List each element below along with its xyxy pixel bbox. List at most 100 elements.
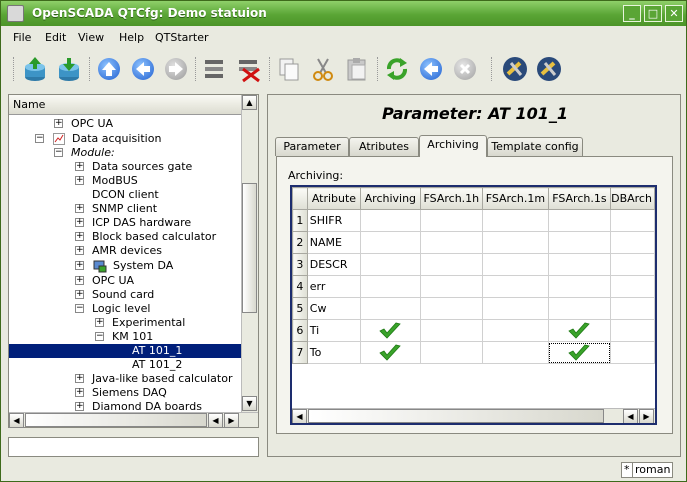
menu-edit[interactable]: Edit <box>45 31 66 44</box>
cell-archiving[interactable] <box>360 275 421 298</box>
tree-item[interactable]: + Sound card <box>9 288 241 302</box>
cell-fsarch-1s[interactable] <box>547 319 612 342</box>
back-icon[interactable] <box>129 55 157 83</box>
tree-item[interactable]: + ModBUS <box>9 174 241 188</box>
row-header[interactable]: 5 <box>292 297 308 320</box>
tree-item-selected[interactable]: AT 101_1 <box>9 344 241 358</box>
delete-item-icon[interactable] <box>235 55 263 83</box>
scroll-left-button[interactable]: ◀ <box>9 413 24 428</box>
tab-archiving[interactable]: Archiving <box>419 135 487 157</box>
cell-fsarch-1h[interactable] <box>419 319 484 342</box>
scroll-right-button[interactable]: ▶ <box>224 413 239 428</box>
tree-expander[interactable]: − <box>54 148 63 157</box>
tree-item[interactable]: + Data sources gate <box>9 160 241 174</box>
tree-vertical-scrollbar[interactable]: ▲ ▼ <box>241 95 258 413</box>
column-header-fsarch-1h[interactable]: FSArch.1h <box>419 187 484 210</box>
navigation-tree[interactable]: Name + OPC UA − Data acquisition − Modul… <box>8 94 259 428</box>
cell-archiving[interactable] <box>360 209 421 232</box>
title-bar[interactable]: OpenSCADA QTCfg: Demo statuion _ □ ✕ <box>1 1 686 26</box>
paste-icon[interactable] <box>343 55 371 83</box>
cell-fsarch-1h[interactable] <box>419 231 484 254</box>
stop-icon[interactable] <box>451 55 479 83</box>
cell-dbarch[interactable] <box>610 275 655 298</box>
tree-expander[interactable]: − <box>75 304 84 313</box>
tree-expander[interactable]: + <box>75 276 84 285</box>
cell-fsarch-1h[interactable] <box>419 297 484 320</box>
tree-expander[interactable]: + <box>75 388 84 397</box>
cell-fsarch-1s[interactable] <box>547 297 612 320</box>
cell-archiving[interactable] <box>360 253 421 276</box>
up-icon[interactable] <box>95 55 123 83</box>
minimize-button[interactable]: _ <box>623 5 641 22</box>
tree-expander[interactable]: − <box>95 332 104 341</box>
tree-expander[interactable]: + <box>75 261 84 270</box>
row-header[interactable]: 1 <box>292 209 308 232</box>
cell-atribute[interactable]: To <box>306 341 362 364</box>
cell-fsarch-1s[interactable] <box>547 209 612 232</box>
cell-fsarch-1s[interactable] <box>547 231 612 254</box>
column-header-fsarch-1m[interactable]: FSArch.1m <box>482 187 549 210</box>
close-button[interactable]: ✕ <box>665 5 683 22</box>
cell-atribute[interactable]: Ti <box>306 319 362 342</box>
start-icon[interactable] <box>417 55 445 83</box>
tree-item[interactable]: − KM 101 <box>9 330 241 344</box>
cell-fsarch-1s[interactable] <box>547 253 612 276</box>
tree-item[interactable]: AT 101_2 <box>9 358 241 372</box>
tree-expander[interactable]: + <box>75 402 84 411</box>
cell-dbarch[interactable] <box>610 209 655 232</box>
tree-expander[interactable]: + <box>75 204 84 213</box>
cell-atribute[interactable]: err <box>306 275 362 298</box>
scroll-down-button[interactable]: ▼ <box>242 396 257 411</box>
tree-horizontal-scrollbar[interactable]: ◀ ◀ ▶ <box>9 412 258 428</box>
db-save-icon[interactable] <box>55 55 83 83</box>
cell-fsarch-1m[interactable] <box>482 253 549 276</box>
column-header-atribute[interactable]: Atribute <box>306 187 362 210</box>
tree-header-name[interactable]: Name <box>9 95 241 115</box>
row-header[interactable]: 3 <box>292 253 308 276</box>
tree-item[interactable]: − Logic level <box>9 302 241 316</box>
cell-fsarch-1s-focused[interactable] <box>547 341 612 364</box>
cell-dbarch[interactable] <box>610 253 655 276</box>
tree-expander[interactable]: + <box>54 119 63 128</box>
cell-fsarch-1m[interactable] <box>482 297 549 320</box>
refresh-icon[interactable] <box>383 55 411 83</box>
cell-fsarch-1m[interactable] <box>482 231 549 254</box>
cell-fsarch-1m[interactable] <box>482 275 549 298</box>
status-user[interactable]: roman <box>632 462 674 478</box>
tree-item[interactable]: + ICP DAS hardware <box>9 216 241 230</box>
tab-template-config[interactable]: Template config <box>487 137 583 156</box>
cell-fsarch-1m[interactable] <box>482 341 549 364</box>
cell-archiving[interactable] <box>360 231 421 254</box>
cut-icon[interactable] <box>309 55 337 83</box>
menu-qtstarter[interactable]: QTStarter <box>155 31 209 44</box>
tree-expander[interactable]: − <box>35 134 44 143</box>
tab-atributes[interactable]: Atributes <box>349 137 419 156</box>
tree-expander[interactable]: + <box>75 374 84 383</box>
db-load-icon[interactable] <box>21 55 49 83</box>
status-indicator[interactable]: * <box>621 462 633 478</box>
tree-expander[interactable]: + <box>75 232 84 241</box>
scroll-right-button[interactable]: ▶ <box>639 409 654 423</box>
tool-settings-icon[interactable] <box>501 55 529 83</box>
tool-calc-icon[interactable] <box>535 55 563 83</box>
tree-item[interactable]: + SNMP client <box>9 202 241 216</box>
tree-item[interactable]: DCON client <box>9 188 241 202</box>
row-header[interactable]: 7 <box>292 341 308 364</box>
cell-archiving[interactable] <box>360 319 421 342</box>
tree-item[interactable]: + AMR devices <box>9 244 241 258</box>
tree-expander[interactable]: + <box>75 218 84 227</box>
maximize-button[interactable]: □ <box>644 5 662 22</box>
menu-view[interactable]: View <box>78 31 104 44</box>
table-horizontal-scrollbar[interactable]: ◀ ◀ ▶ <box>292 408 655 423</box>
cell-atribute[interactable]: NAME <box>306 231 362 254</box>
tree-expander[interactable]: + <box>75 176 84 185</box>
column-header-dbarch[interactable]: DBArch <box>610 187 655 210</box>
tree-expander[interactable]: + <box>75 246 84 255</box>
tree-expander[interactable]: + <box>95 318 104 327</box>
tab-parameter[interactable]: Parameter <box>275 137 349 156</box>
scroll-up-button[interactable]: ▲ <box>242 95 257 110</box>
tree-item[interactable]: + OPC UA <box>9 274 241 288</box>
copy-icon[interactable] <box>275 55 303 83</box>
column-header-archiving[interactable]: Archiving <box>360 187 421 210</box>
menu-file[interactable]: File <box>13 31 31 44</box>
